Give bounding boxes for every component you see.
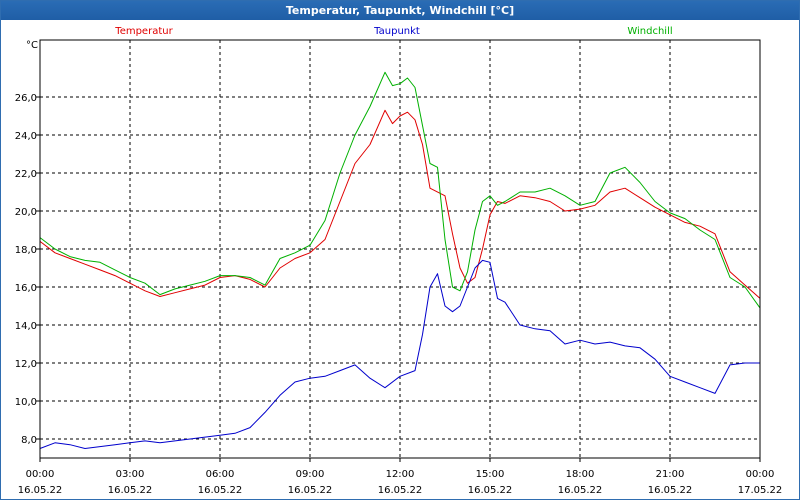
legend-entry-taupunkt: Taupunkt [373, 26, 420, 37]
y-tick-label: 14,0 [15, 321, 37, 332]
x-tick-date-label: 16.05.22 [648, 485, 693, 496]
x-tick-time-label: 12:00 [386, 469, 415, 480]
x-tick-time-label: 15:00 [476, 469, 505, 480]
series-layer [39, 71, 761, 449]
x-tick-date-label: 16.05.22 [558, 485, 603, 496]
y-tick-label: 26,0 [15, 93, 37, 104]
legend-entry-windchill: Windchill [627, 26, 672, 37]
y-tick-label: 16,0 [15, 283, 37, 294]
x-tick-time-label: 09:00 [296, 469, 325, 480]
x-tick-time-label: 21:00 [656, 469, 685, 480]
x-tick-time-label: 00:00 [26, 469, 55, 480]
x-tick-date-label: 16.05.22 [198, 485, 243, 496]
y-axis: 8,0 10,0 12,0 14,0 16,0 18,0 20,0 22,0 24,0 26,0 [15, 93, 40, 446]
x-tick-date-label: 16.05.22 [378, 485, 423, 496]
y-tick-label: 20,0 [15, 207, 37, 218]
y-tick-label: 18,0 [15, 245, 37, 256]
x-tick-time-label: 18:00 [566, 469, 595, 480]
x-tick-time-label: 00:00 [746, 469, 775, 480]
x-axis: 00:00 16.05.22 03:00 16.05.22 06:00 16.05.22 0… [18, 458, 783, 496]
x-tick-time-label: 06:00 [206, 469, 235, 480]
y-axis-unit: °C [26, 40, 38, 51]
legend-entry-temperatur: Temperatur [114, 26, 173, 37]
y-tick-label: 8,0 [21, 435, 37, 446]
legend: Temperatur Taupunkt Windchill [114, 26, 672, 37]
x-tick-time-label: 03:00 [116, 469, 145, 480]
y-tick-label: 22,0 [15, 169, 37, 180]
y-tick-label: 10,0 [15, 397, 37, 408]
chart: 8,010,012,014,016,018,020,022,024,026,0 … [15, 26, 783, 496]
x-tick-date-label: 16.05.22 [18, 485, 63, 496]
y-tick-label: 24,0 [15, 131, 37, 142]
y-tick-label: 12,0 [15, 359, 37, 370]
x-tick-date-label: 16.05.22 [468, 485, 513, 496]
grid [40, 40, 760, 458]
x-tick-date-label: 17.05.22 [738, 485, 783, 496]
x-tick-date-label: 16.05.22 [108, 485, 153, 496]
x-tick-date-label: 16.05.22 [288, 485, 333, 496]
